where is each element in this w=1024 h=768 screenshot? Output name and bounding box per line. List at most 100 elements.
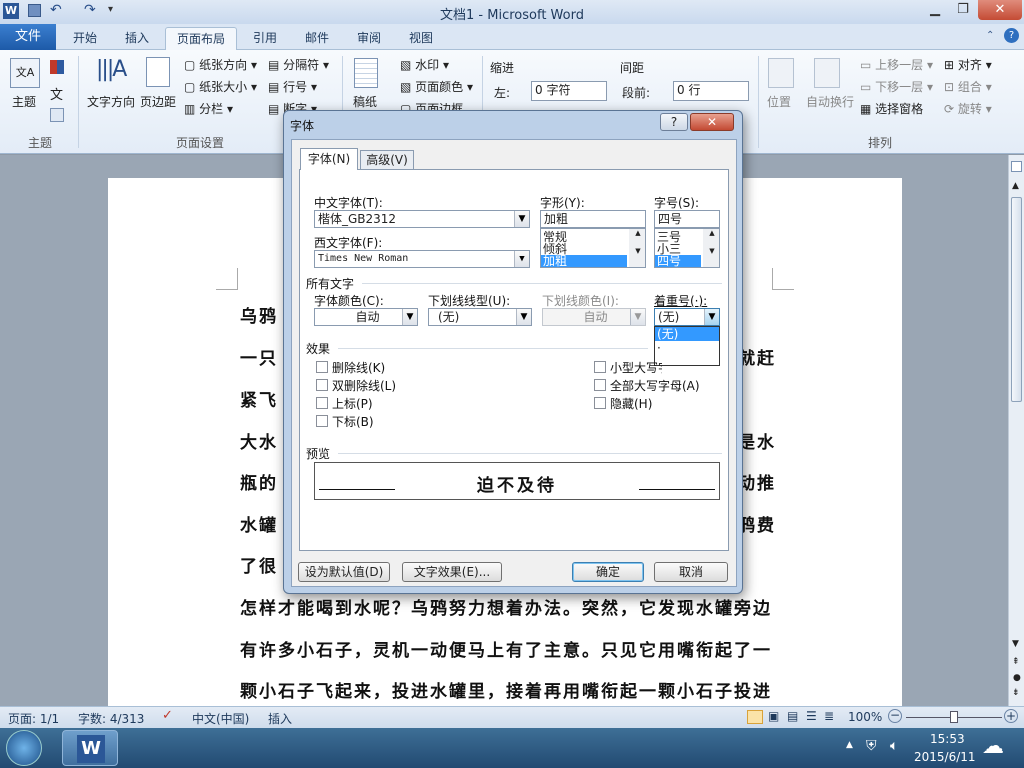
font-size-input[interactable]: 四号: [654, 210, 720, 228]
columns-button[interactable]: ▥ 分栏 ▾: [184, 100, 233, 117]
list-item[interactable]: ·: [655, 341, 719, 355]
theme-icon[interactable]: 文A: [10, 58, 40, 88]
prev-page-icon[interactable]: ⇞: [1012, 657, 1020, 667]
list-scrollbar[interactable]: ▲ ▼: [703, 229, 719, 267]
network-icon[interactable]: ⛨: [866, 738, 877, 754]
dropdown-arrow-icon[interactable]: ▼: [516, 309, 531, 325]
dropdown-arrow-icon[interactable]: ▼: [402, 309, 417, 325]
tab-insert[interactable]: 插入: [114, 27, 160, 50]
tab-page-layout[interactable]: 页面布局: [165, 27, 237, 50]
small-caps-checkbox[interactable]: [594, 361, 606, 373]
tab-mailings[interactable]: 邮件: [294, 27, 340, 50]
spacing-before-input[interactable]: 0 行: [673, 81, 749, 101]
zoom-slider-thumb[interactable]: [950, 711, 958, 723]
manuscript-icon[interactable]: [354, 58, 378, 88]
selection-pane-button[interactable]: ▦ 选择窗格: [860, 100, 923, 117]
next-page-icon[interactable]: ⇟: [1012, 688, 1020, 698]
zoom-out-button[interactable]: −: [888, 709, 902, 723]
theme-colors-icon[interactable]: [50, 60, 64, 74]
zoom-level[interactable]: 100%: [848, 710, 882, 724]
manuscript-label[interactable]: 稿纸: [353, 93, 377, 110]
theme-button-label[interactable]: 主题: [12, 93, 36, 110]
web-layout-view-icon[interactable]: ▤: [787, 709, 798, 723]
dropdown-arrow-icon[interactable]: ▼: [514, 251, 529, 267]
indent-left-input[interactable]: 0 字符: [531, 81, 607, 101]
font-color-select[interactable]: 自动 ▼: [314, 308, 418, 326]
send-backward-button[interactable]: ▭ 下移一层 ▾: [860, 78, 933, 95]
rotate-button[interactable]: ⟳ 旋转 ▾: [944, 100, 992, 117]
ruler-toggle-icon[interactable]: [1011, 161, 1022, 172]
theme-effects-icon[interactable]: [50, 108, 64, 122]
ok-button[interactable]: 确定: [572, 562, 644, 582]
text-direction-label[interactable]: 文字方向: [87, 93, 135, 110]
font-style-input[interactable]: 加粗: [540, 210, 646, 228]
weather-icon[interactable]: ☁︎: [982, 734, 1004, 759]
dialog-help-button[interactable]: ?: [660, 113, 688, 131]
scroll-down-arrow[interactable]: ▼: [1012, 639, 1019, 649]
fullscreen-view-icon[interactable]: ▣: [768, 709, 779, 723]
position-label[interactable]: 位置: [767, 93, 791, 110]
dialog-close-button[interactable]: ✕: [690, 113, 734, 131]
underline-style-select[interactable]: (无) ▼: [428, 308, 532, 326]
margins-icon[interactable]: [146, 57, 170, 87]
list-item-selected[interactable]: 加粗: [541, 255, 627, 267]
emphasis-mark-select[interactable]: (无) ▼: [654, 308, 720, 326]
theme-fonts-icon[interactable]: 文: [50, 84, 63, 103]
orientation-button[interactable]: ▢ 纸张方向 ▾: [184, 56, 257, 73]
volume-icon[interactable]: 🔈︎: [890, 738, 898, 754]
print-layout-view-icon[interactable]: [747, 710, 763, 724]
set-default-button[interactable]: 设为默认值(D): [298, 562, 390, 582]
text-effects-button[interactable]: 文字效果(E)...: [402, 562, 502, 582]
superscript-checkbox[interactable]: [316, 397, 328, 409]
subscript-checkbox[interactable]: [316, 415, 328, 427]
tab-home[interactable]: 开始: [62, 27, 108, 50]
list-item-selected[interactable]: 四号: [655, 255, 701, 267]
draft-view-icon[interactable]: ≣: [824, 709, 834, 723]
font-size-list[interactable]: 三号 小三 四号 ▲ ▼: [654, 228, 720, 268]
tab-advanced[interactable]: 高级(V): [360, 150, 414, 169]
hidden-checkbox[interactable]: [594, 397, 606, 409]
west-font-select[interactable]: Times New Roman ▼: [314, 250, 530, 268]
proofing-icon[interactable]: ✓: [162, 708, 173, 723]
margins-label[interactable]: 页边距: [140, 93, 176, 110]
scroll-up-arrow[interactable]: ▲: [1012, 181, 1019, 191]
dropdown-arrow-icon[interactable]: ▼: [630, 309, 645, 325]
size-button[interactable]: ▢ 纸张大小 ▾: [184, 78, 257, 95]
clock-date[interactable]: 2015/6/11: [914, 750, 976, 764]
emphasis-dropdown-list[interactable]: (无) ·: [654, 326, 720, 366]
double-strikethrough-checkbox[interactable]: [316, 379, 328, 391]
maximize-button[interactable]: ❐: [948, 0, 978, 20]
group-objects-button[interactable]: ⊡ 组合 ▾: [944, 78, 992, 95]
help-icon[interactable]: ?: [1004, 28, 1019, 43]
all-caps-checkbox[interactable]: [594, 379, 606, 391]
dropdown-arrow-icon[interactable]: ▼: [514, 211, 529, 227]
position-icon[interactable]: [768, 58, 794, 88]
underline-color-select[interactable]: 自动 ▼: [542, 308, 646, 326]
align-button[interactable]: ⊞ 对齐 ▾: [944, 56, 992, 73]
bring-forward-button[interactable]: ▭ 上移一层 ▾: [860, 56, 933, 73]
status-page[interactable]: 页面: 1/1: [8, 710, 59, 727]
watermark-button[interactable]: ▧ 水印 ▾: [400, 56, 449, 73]
minimize-button[interactable]: ▁: [920, 0, 950, 20]
status-words[interactable]: 字数: 4/313: [78, 710, 144, 727]
vertical-scrollbar[interactable]: ▲ ▼ ⇞ ● ⇟: [1008, 155, 1024, 706]
breaks-button[interactable]: ▤ 分隔符 ▾: [268, 56, 329, 73]
text-direction-icon[interactable]: |||A: [96, 57, 127, 82]
tab-references[interactable]: 引用: [242, 27, 288, 50]
tab-review[interactable]: 审阅: [346, 27, 392, 50]
start-button[interactable]: [6, 730, 42, 766]
page-color-button[interactable]: ▧ 页面颜色 ▾: [400, 78, 473, 95]
strikethrough-checkbox[interactable]: [316, 361, 328, 373]
cancel-button[interactable]: 取消: [654, 562, 728, 582]
tray-expand-icon[interactable]: ▲: [846, 740, 853, 750]
scroll-thumb[interactable]: [1011, 197, 1022, 402]
close-window-button[interactable]: ✕: [978, 0, 1022, 20]
tab-font[interactable]: 字体(N): [300, 148, 358, 170]
dropdown-arrow-icon[interactable]: ▼: [704, 309, 719, 325]
status-language[interactable]: 中文(中国): [192, 710, 249, 727]
ribbon-minimize-icon[interactable]: ⌃: [986, 30, 994, 41]
outline-view-icon[interactable]: ☰: [806, 709, 817, 723]
font-style-list[interactable]: 常规 倾斜 加粗 ▲ ▼: [540, 228, 646, 268]
line-numbers-button[interactable]: ▤ 行号 ▾: [268, 78, 317, 95]
tab-view[interactable]: 视图: [398, 27, 444, 50]
